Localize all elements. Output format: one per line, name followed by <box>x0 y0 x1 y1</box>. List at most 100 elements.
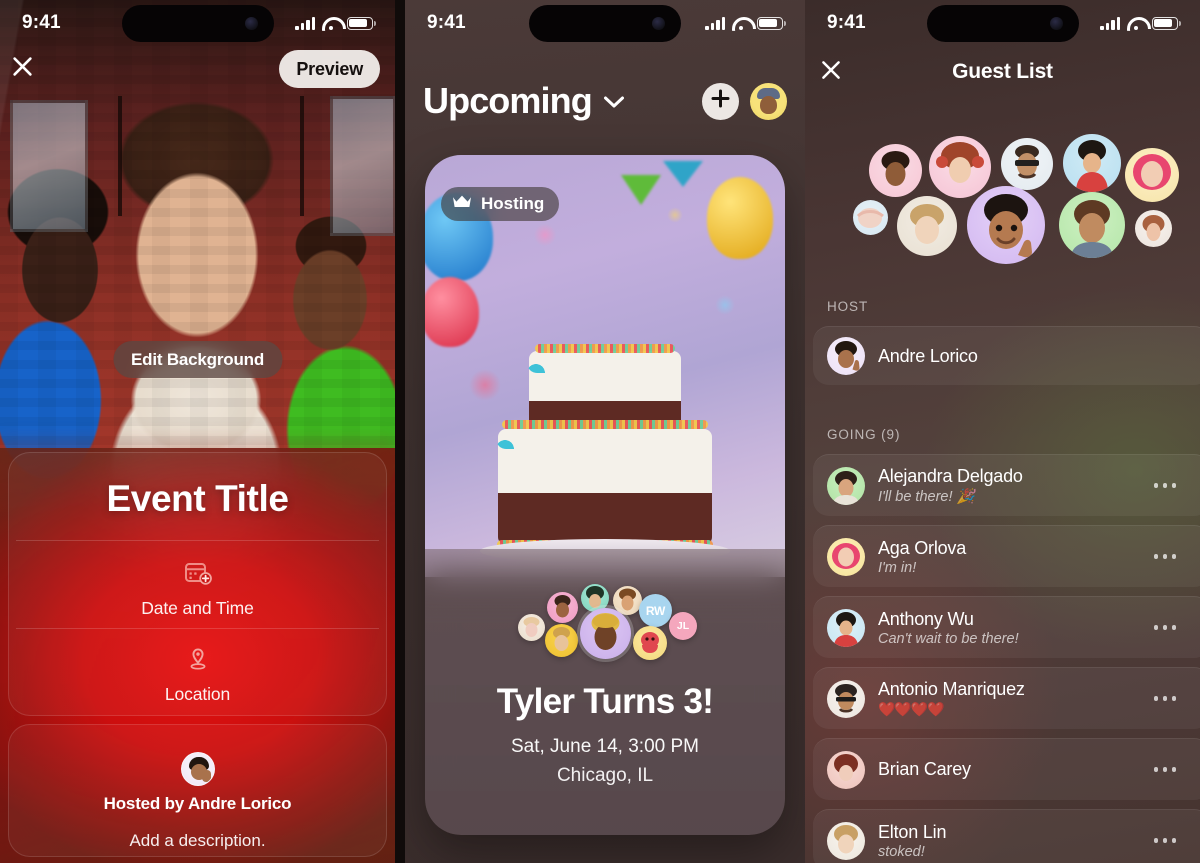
attendee-avatar-initials: JL <box>669 612 697 640</box>
field-location-label: Location <box>164 684 231 704</box>
page-title[interactable]: Upcoming <box>423 80 593 122</box>
preview-button[interactable]: Preview <box>279 50 380 88</box>
guest-name: Elton Lin <box>878 821 947 842</box>
cellular-signal-icon <box>295 16 315 30</box>
guest-avatar <box>1001 138 1053 190</box>
guest-avatar-primary <box>967 186 1045 264</box>
status-time: 9:41 <box>827 12 866 33</box>
battery-icon <box>757 16 786 30</box>
event-card-datetime: Sat, June 14, 3:00 PM <box>510 736 699 757</box>
event-attendee-cluster[interactable]: RW JL <box>405 584 805 660</box>
field-date-and-time[interactable]: Date and Time <box>0 560 395 619</box>
attendee-avatar <box>547 592 578 623</box>
guest-avatar <box>1125 148 1179 202</box>
hosted-by-label: Hosted by Andre Lorico <box>103 794 292 813</box>
guest-row-host[interactable]: Andre Lorico <box>813 326 1200 385</box>
avatar <box>827 337 865 375</box>
plus-icon <box>711 89 730 113</box>
cellular-signal-icon <box>705 16 725 30</box>
section-label-host: HOST <box>827 299 869 314</box>
table-row[interactable]: Anthony Wu Can't wait to be there! <box>813 596 1200 658</box>
guest-avatar-cloud[interactable] <box>805 128 1200 273</box>
guest-reply: Can't wait to be there! <box>878 630 1019 647</box>
close-icon <box>820 59 842 86</box>
guest-reply: stoked! <box>878 843 925 860</box>
panel-divider-1 <box>395 0 405 863</box>
table-row[interactable]: Antonio Manriquez ❤️❤️❤️❤️ <box>813 667 1200 729</box>
close-icon <box>11 55 34 83</box>
add-event-button[interactable] <box>702 82 739 120</box>
guest-avatar <box>869 144 922 197</box>
decor-railing-left <box>118 96 122 216</box>
dynamic-island <box>121 5 274 42</box>
guest-reply: I'll be there! 🎉 <box>878 489 975 505</box>
calendar-add-icon <box>0 560 395 591</box>
page-title: Guest List <box>952 60 1053 83</box>
attendee-avatar <box>518 614 545 641</box>
attendee-avatar <box>545 624 578 657</box>
guest-avatar <box>1063 134 1121 192</box>
description-input[interactable]: Add a description. <box>0 831 395 851</box>
screen-guest-list: Guest List HOST Andre Lorico GOING (9) A… <box>805 0 1200 863</box>
avatar <box>827 821 865 860</box>
decor-railing-right <box>300 96 304 216</box>
field-date-and-time-label: Date and Time <box>141 598 254 618</box>
guest-name: Anthony Wu <box>878 608 974 629</box>
attendee-avatar <box>633 626 667 660</box>
wifi-icon <box>322 17 340 30</box>
table-row[interactable]: Alejandra Delgado I'll be there! 🎉 <box>813 454 1200 516</box>
guest-list-header: Guest List <box>805 52 1200 92</box>
screen-event-composer: Event Title Date and Time Location Hoste… <box>0 0 395 863</box>
divider-date-location <box>16 628 379 629</box>
guest-name: Alejandra Delgado <box>878 466 1023 486</box>
guest-avatar <box>1135 210 1172 247</box>
more-options-icon[interactable] <box>1153 554 1176 559</box>
chevron-down-icon[interactable] <box>603 95 625 114</box>
upcoming-header: Upcoming <box>405 72 805 130</box>
battery-icon <box>1152 16 1181 30</box>
table-row[interactable]: Brian Carey <box>813 738 1200 800</box>
field-location[interactable]: Location <box>0 646 395 705</box>
guest-reply: ❤️❤️❤️❤️ <box>878 701 945 717</box>
close-composer-button[interactable] <box>0 51 44 87</box>
table-row[interactable]: Aga Orlova I'm in! <box>813 525 1200 587</box>
avatar <box>827 750 865 789</box>
more-options-icon[interactable] <box>1153 767 1176 772</box>
close-guest-list-button[interactable] <box>805 52 857 92</box>
more-options-icon[interactable] <box>1153 838 1176 843</box>
event-card[interactable] <box>425 155 785 835</box>
screen-upcoming-events: Upcoming Hosting RW JL Tyler Turns 3! Sa… <box>405 0 805 863</box>
edit-background-button[interactable]: Edit Background <box>112 341 283 378</box>
map-pin-icon <box>0 646 395 677</box>
event-card-title: Tyler Turns 3! <box>496 682 714 721</box>
decor-window-left <box>10 100 88 232</box>
host-avatar <box>180 752 215 786</box>
hosting-badge: Hosting <box>441 187 560 221</box>
event-title-input[interactable]: Event Title <box>0 478 395 520</box>
attendee-avatar-initials: RW <box>639 594 672 627</box>
avatar <box>827 608 865 647</box>
guest-avatar <box>1059 192 1125 258</box>
more-options-icon[interactable] <box>1153 483 1176 488</box>
more-options-icon[interactable] <box>1153 696 1176 701</box>
dynamic-island <box>529 5 681 42</box>
guest-avatar <box>853 200 888 235</box>
divider-title-date <box>16 540 379 541</box>
wifi-icon <box>1127 17 1145 30</box>
guest-reply: I'm in! <box>878 559 917 576</box>
guest-name: Aga Orlova <box>878 537 967 558</box>
wifi-icon <box>732 17 750 30</box>
guest-name: Antonio Manriquez <box>878 679 1025 699</box>
avatar <box>827 679 865 718</box>
more-options-icon[interactable] <box>1153 625 1176 630</box>
avatar <box>827 537 865 576</box>
guest-name: Andre Lorico <box>878 345 978 366</box>
attendee-avatar-primary <box>580 608 631 659</box>
event-card-location: Chicago, IL <box>556 765 654 786</box>
profile-avatar[interactable] <box>750 82 787 120</box>
host-block[interactable]: Hosted by Andre Lorico Add a description… <box>0 752 395 851</box>
battery-icon <box>347 16 376 30</box>
three-phone-screens: Event Title Date and Time Location Hoste… <box>0 0 1200 863</box>
guest-avatar <box>897 196 957 256</box>
table-row[interactable]: Elton Lin stoked! <box>813 809 1200 863</box>
